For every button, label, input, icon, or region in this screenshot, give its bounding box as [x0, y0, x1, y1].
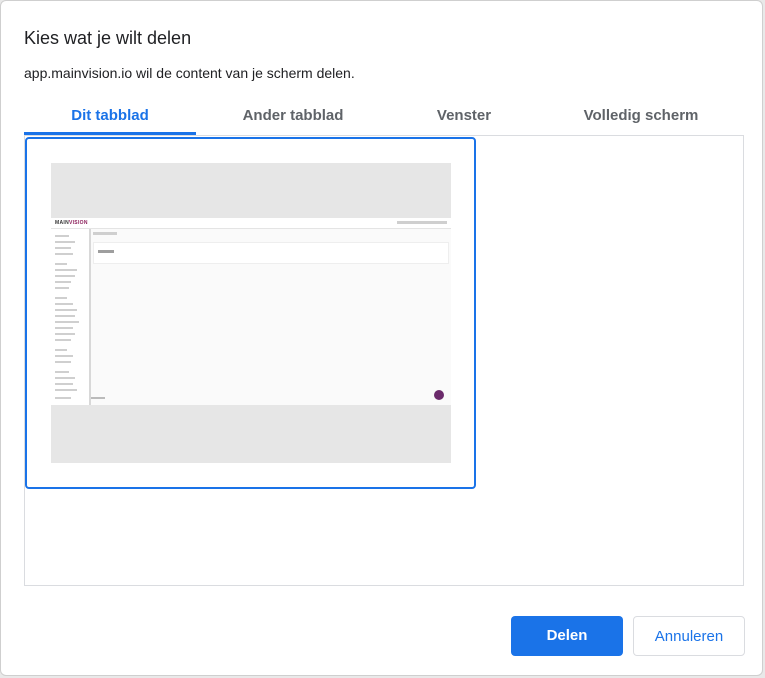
share-button[interactable]: Delen [511, 616, 623, 656]
preview-topbar-user [397, 221, 447, 224]
tab-window[interactable]: Venster [390, 97, 538, 135]
tab-preview-tile[interactable]: MAINVISION [25, 137, 476, 489]
dialog-subtitle: app.mainvision.io wil de content van je … [24, 65, 355, 81]
preview-topbar: MAINVISION [51, 218, 451, 229]
tab-other-tab[interactable]: Ander tabblad [196, 97, 390, 135]
cancel-button[interactable]: Annuleren [633, 616, 745, 656]
tab-this-tab[interactable]: Dit tabblad [24, 97, 196, 135]
preview-card-text [98, 250, 114, 253]
tab-entire-screen[interactable]: Volledig scherm [538, 97, 744, 135]
preview-sidebar [51, 229, 91, 405]
share-screen-dialog: Kies wat je wilt delen app.mainvision.io… [0, 0, 763, 676]
preview-page-title [93, 232, 117, 235]
preview-card [93, 242, 449, 264]
preview-chat-icon [434, 390, 444, 400]
source-tabs: Dit tabblad Ander tabblad Venster Volled… [24, 97, 744, 135]
preview-logo: MAINVISION [55, 220, 88, 226]
preview-footer [91, 397, 105, 399]
preview-page: MAINVISION [51, 218, 451, 405]
dialog-title: Kies wat je wilt delen [24, 28, 192, 48]
tab-preview-thumbnail: MAINVISION [51, 163, 451, 463]
